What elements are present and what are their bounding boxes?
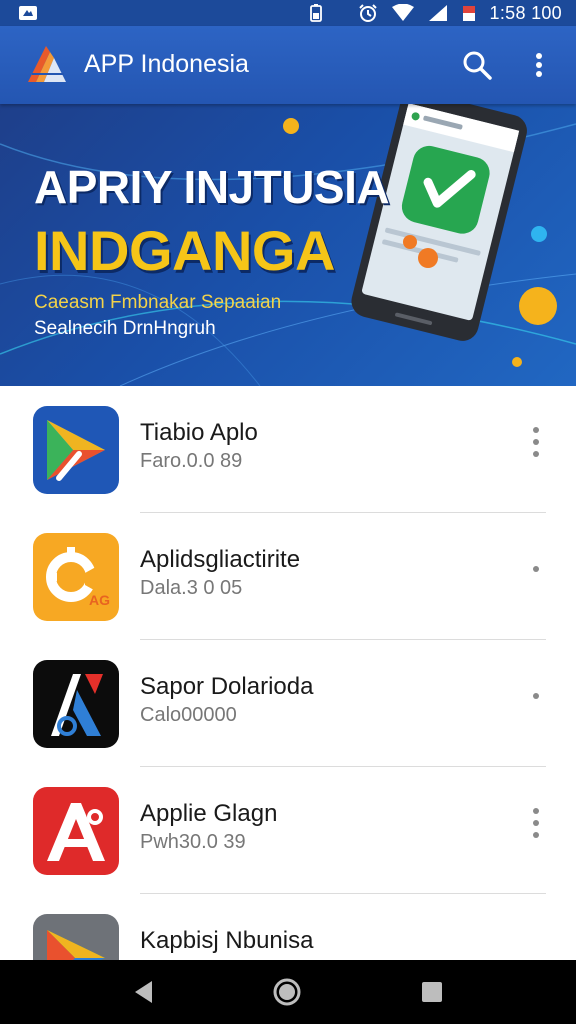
app-meta: Calo00000 (140, 704, 237, 726)
list-item[interactable]: Sapor Dolarioda Calo00000 (0, 640, 576, 767)
status-bar: 1:58 100 (0, 0, 576, 26)
list-item[interactable]: AG Aplidsgliactirite Dala.3 0 05 (0, 513, 576, 640)
flag-icon (462, 6, 475, 21)
signal-icon (428, 5, 447, 21)
gray-play-triangle-icon (33, 914, 119, 960)
wifi-icon (391, 4, 414, 21)
blue-play-triangle-icon (33, 406, 119, 494)
more-vert-icon[interactable] (522, 422, 550, 462)
banner-subtitle-secondary: Sealnecih DrnHngruh (34, 318, 216, 339)
app-bar: APP Indonesia (0, 26, 576, 104)
app-name: Applie Glagn (140, 800, 278, 827)
battery-saver-icon (309, 4, 322, 22)
app-name: Tiabio Aplo (140, 419, 258, 446)
list-item[interactable]: Kapbisj Nbunisa F (0, 894, 576, 960)
banner-headline-highlight: INDGANGA (34, 219, 335, 282)
app-meta: Pwh30.0 39 (140, 831, 246, 853)
app-logo-icon (28, 46, 66, 82)
red-a-letter-icon (33, 787, 119, 875)
alarm-icon (358, 4, 377, 22)
orange-gear-icon: AG (33, 533, 119, 621)
status-icons: 1:58 100 (309, 2, 562, 23)
app-meta: Faro.0.0 89 (140, 450, 243, 472)
more-vert-icon[interactable] (524, 46, 554, 84)
banner-subtitle: Caeasm Fmbnakar Sepaaian (34, 292, 282, 313)
notification-icon (19, 6, 37, 20)
promo-banner[interactable]: APRIY INJTUSIA INDGANGA Caeasm Fmbnakar … (0, 104, 576, 386)
app-list: Tiabio Aplo Faro.0.0 89 AG Aplidsgliacti… (0, 386, 576, 960)
recents-icon[interactable] (420, 980, 444, 1004)
app-name: Sapor Dolarioda (140, 673, 314, 700)
more-vert-icon[interactable] (522, 803, 550, 843)
list-item[interactable]: Applie Glagn Pwh30.0 39 (0, 767, 576, 894)
app-meta: Dala.3 0 05 (140, 577, 243, 599)
back-icon[interactable] (130, 978, 158, 1006)
more-vert-icon[interactable] (522, 549, 550, 589)
banner-headline: APRIY INJTUSIA (34, 161, 390, 213)
app-name: Kapbisj Nbunisa (140, 927, 314, 954)
black-adobe-style-icon (33, 660, 119, 748)
home-icon[interactable] (272, 977, 302, 1007)
app-name: Aplidsgliactirite (140, 546, 301, 573)
search-icon[interactable] (458, 46, 496, 84)
svg-text:AG: AG (89, 592, 110, 608)
system-nav-bar (0, 960, 576, 1024)
list-item[interactable]: Tiabio Aplo Faro.0.0 89 (0, 386, 576, 513)
app-title: APP Indonesia (84, 50, 249, 78)
more-vert-icon[interactable] (522, 930, 550, 960)
clock: 1:58 100 (489, 2, 562, 23)
more-vert-icon[interactable] (522, 676, 550, 716)
